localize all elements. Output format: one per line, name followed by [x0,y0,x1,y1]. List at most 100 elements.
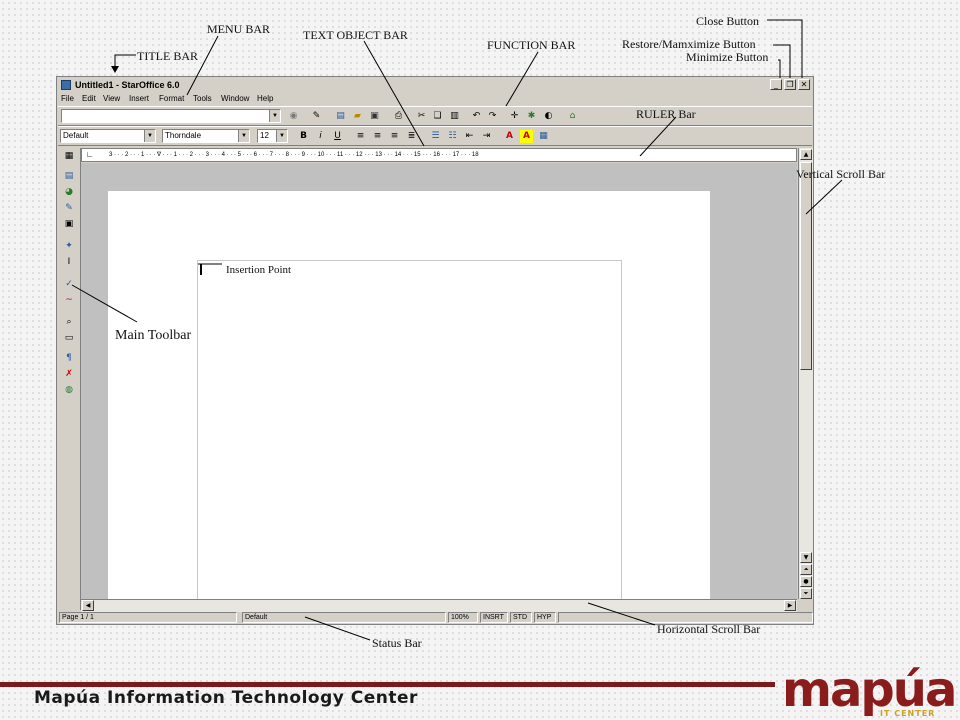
cut-icon[interactable]: ✂ [415,110,428,123]
redo-icon[interactable]: ↷ [486,110,499,123]
font-color-icon[interactable]: A [503,130,516,143]
new-icon[interactable]: ▤ [334,110,347,123]
insert-object-icon[interactable]: ◕ [62,186,76,199]
function-bar: ▼ ◉ ✎ ▤ ▰ ▣ ⎙ ✂ ❏ ▥ ↶ ↷ ✛ ✱ ◐ ⌂ [58,106,812,126]
load-url-icon[interactable]: ◉ [287,110,300,123]
status-zoom[interactable]: 100% [448,612,478,623]
stylist-icon[interactable]: ✱ [525,110,538,123]
menu-help[interactable]: Help [257,92,273,106]
nonprinting-characters-icon[interactable]: ¶ [62,352,76,365]
tab-type-icon[interactable]: ∟ [86,149,94,161]
find-replace-icon[interactable]: ⌕ [62,316,76,329]
label-text-object-bar: TEXT OBJECT BAR [303,28,408,42]
status-hyperlink-mode[interactable]: HYP [534,612,556,623]
menu-bar: File Edit View Insert Format Tools Windo… [58,92,812,106]
menu-file[interactable]: File [61,92,74,106]
open-icon[interactable]: ▰ [351,110,364,123]
scroll-up-icon[interactable]: ▲ [800,149,812,160]
label-vertical-scroll-bar: Vertical Scroll Bar [796,167,886,181]
navigation-icon[interactable]: ● [800,576,812,587]
status-style: Default [242,612,446,623]
scroll-left-icon[interactable]: ◀ [82,600,94,611]
text-object-bar: Default ▼ Thorndale ▼ 12 ▼ B i U ≡ ≡ ≡ ≣ ☰ … [58,126,812,146]
ruler-bar[interactable]: ∟ 3 · · · 2 · · · 1 · · · ∇ · · · 1 · · … [81,148,797,162]
copy-icon[interactable]: ❏ [431,110,444,123]
restore-button[interactable]: ❐ [784,79,796,90]
minimize-button[interactable]: _ [770,79,782,90]
draw-functions-icon[interactable]: ✎ [62,202,76,215]
navigator-icon[interactable]: ✛ [508,110,521,123]
vertical-scroll-bar[interactable]: ▲ ▼ ⏶ ● ⏷ [798,148,813,599]
insertion-point [200,264,202,275]
gallery-icon[interactable]: ◐ [542,110,555,123]
highlight-icon[interactable]: A [520,130,533,143]
menu-tools[interactable]: Tools [193,92,212,106]
form-functions-icon[interactable]: ▣ [62,218,76,231]
main-toolbar: ▦ ▤ ◕ ✎ ▣ ✦ I ✓ ~ ⌕ ▭ ¶ ✗ ◍ [58,148,81,610]
title-bar[interactable]: Untitled1 - StarOffice 6.0 _ ❐ ✕ [58,78,812,92]
vertical-scroll-thumb[interactable] [800,162,812,370]
direct-cursor-icon[interactable]: I [62,256,76,269]
data-sources-icon[interactable]: ▭ [62,332,76,345]
graphics-off-icon[interactable]: ✗ [62,368,76,381]
online-layout-icon[interactable]: ◍ [62,384,76,397]
edit-file-icon[interactable]: ✎ [310,110,323,123]
font-name-select[interactable]: Thorndale ▼ [162,129,250,143]
status-selection-mode[interactable]: STD [510,612,532,623]
scroll-right-icon[interactable]: ▶ [784,600,796,611]
paste-icon[interactable]: ▥ [448,110,461,123]
background-color-icon[interactable]: ▦ [537,130,550,143]
decrease-indent-icon[interactable]: ⇤ [463,130,476,143]
label-menu-bar: MENU BAR [207,22,271,36]
label-ruler-bar: RULER Bar [636,107,696,121]
save-icon[interactable]: ▣ [368,110,381,123]
auto-spellcheck-icon[interactable]: ~ [62,294,76,307]
chevron-down-icon[interactable]: ▼ [238,130,249,142]
horizontal-scroll-bar[interactable]: ◀ ▶ [81,599,797,612]
bold-icon[interactable]: B [297,130,310,143]
app-icon [61,80,71,90]
edit-autotext-icon[interactable]: ✦ [62,240,76,253]
table-icon[interactable]: ▦ [62,150,76,163]
paragraph-style-select[interactable]: Default ▼ [60,129,156,143]
align-center-icon[interactable]: ≡ [371,130,384,143]
status-insert-mode[interactable]: INSRT [480,612,508,623]
font-name-value: Thorndale [165,131,202,140]
next-page-icon[interactable]: ⏷ [800,588,812,599]
align-right-icon[interactable]: ≡ [388,130,401,143]
justify-icon[interactable]: ≣ [405,130,418,143]
label-main-toolbar: Main Toolbar [115,328,192,343]
chevron-down-icon[interactable]: ▼ [269,110,280,122]
bullets-icon[interactable]: ☷ [446,130,459,143]
menu-insert[interactable]: Insert [129,92,149,106]
text-boundary[interactable] [197,260,622,599]
menu-edit[interactable]: Edit [82,92,96,106]
insert-fields-icon[interactable]: ▤ [62,170,76,183]
scroll-down-icon[interactable]: ▼ [800,552,812,563]
underline-icon[interactable]: U [331,130,344,143]
menu-window[interactable]: Window [221,92,249,106]
chevron-down-icon[interactable]: ▼ [276,130,287,142]
ruler-marks: 3 · · · 2 · · · 1 · · · ∇ · · · 1 · · · … [109,152,479,158]
spellcheck-icon[interactable]: ✓ [62,278,76,291]
undo-icon[interactable]: ↶ [470,110,483,123]
chevron-down-icon[interactable]: ▼ [144,130,155,142]
font-size-value: 12 [260,131,269,140]
label-insertion-point: Insertion Point [226,264,292,276]
menu-view[interactable]: View [103,92,120,106]
print-icon[interactable]: ⎙ [392,110,405,123]
help-agent-icon[interactable]: ⌂ [566,110,579,123]
italic-icon[interactable]: i [314,130,327,143]
document-page[interactable] [108,191,710,599]
document-area[interactable] [81,163,797,599]
close-button[interactable]: ✕ [798,79,810,90]
menu-format[interactable]: Format [159,92,184,106]
url-combo[interactable]: ▼ [61,109,281,123]
numbering-icon[interactable]: ☰ [429,130,442,143]
font-size-select[interactable]: 12 ▼ [257,129,288,143]
align-left-icon[interactable]: ≡ [354,130,367,143]
label-close-button: Close Button [696,14,760,28]
label-minimize-button: Minimize Button [686,50,769,64]
previous-page-icon[interactable]: ⏶ [800,564,812,575]
increase-indent-icon[interactable]: ⇥ [480,130,493,143]
